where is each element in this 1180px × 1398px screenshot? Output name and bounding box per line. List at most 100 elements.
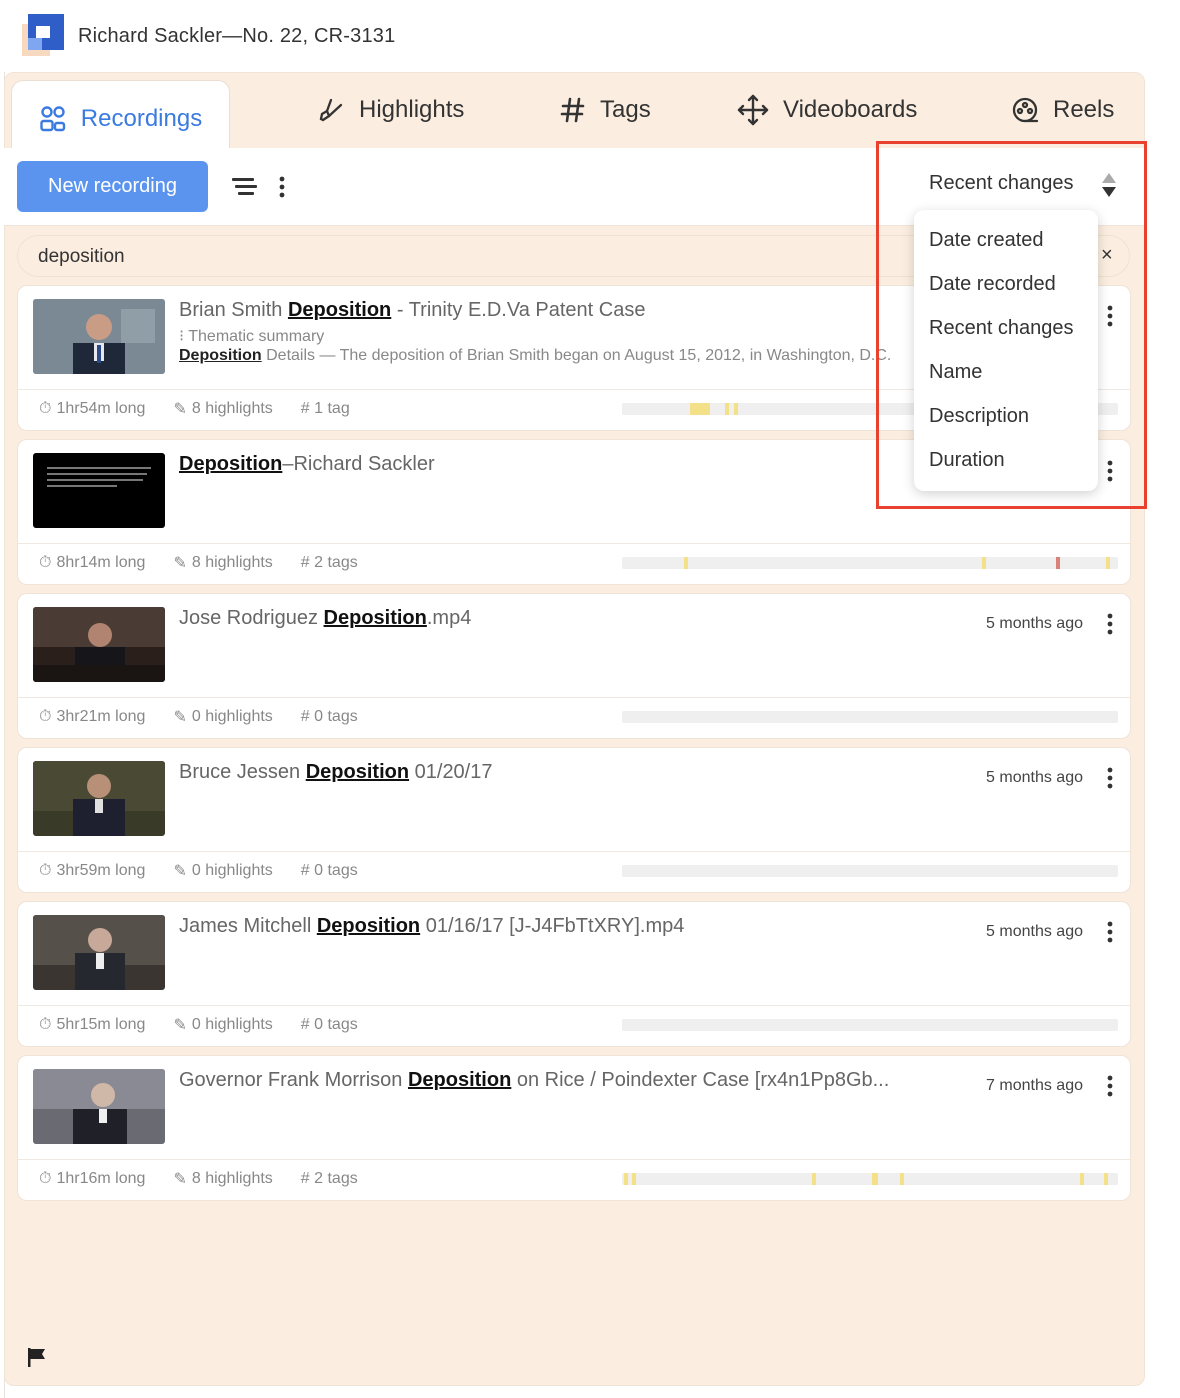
duration: 5hr15m long [56,1016,146,1033]
recording-title[interactable]: Bruce Jessen Deposition 01/20/17 [179,761,493,784]
tab-bar: Recordings Highlights Tags Videoboards R… [4,72,1145,157]
card-divider [18,851,1130,852]
recording-subline: ⁝ Thematic summary [179,328,325,345]
modified-time: 5 months ago [986,615,1083,632]
more-options-icon[interactable] [1106,613,1114,635]
tab-recordings[interactable]: Recordings [11,80,230,157]
recording-stats: ⏱ 5hr15m long ✎ 0 highlights # 0 tags [39,1015,386,1035]
timeline-mark[interactable] [1080,1173,1084,1185]
timeline-mark[interactable] [812,1173,816,1185]
tab-recordings-label: Recordings [80,105,203,132]
recording-stats: ⏱ 1hr54m long ✎ 8 highlights # 1 tag [39,399,378,419]
tags-count: # 1 tag [300,400,350,417]
annotation-highlight-box [876,141,1147,509]
tab-reels-label: Reels [1053,95,1115,123]
video-thumbnail[interactable] [33,761,165,836]
timeline-mark[interactable] [624,1173,628,1185]
recording-card[interactable]: Bruce Jessen Deposition 01/20/17 5 month… [17,747,1131,893]
timer-icon: ⏱ [39,554,52,571]
tab-videoboards[interactable]: Videoboards [737,72,917,147]
video-thumbnail[interactable] [33,453,165,528]
highlight-timeline[interactable] [622,1173,1118,1185]
video-thumbnail[interactable] [33,299,165,374]
more-options-icon[interactable] [1106,921,1114,943]
recording-stats: ⏱ 1hr16m long ✎ 8 highlights # 2 tags [39,1169,386,1189]
timeline-mark[interactable] [982,557,986,569]
highlighter-icon: ✎ [173,709,187,726]
card-divider [18,697,1130,698]
search-input[interactable] [38,246,938,268]
move-icon [737,94,769,125]
tags-count: # 2 tags [300,1170,358,1187]
highlights-count: 0 highlights [191,708,273,725]
modified-time: 7 months ago [986,1077,1083,1094]
timeline-mark[interactable] [872,1173,878,1185]
highlighter-icon: ✎ [173,401,187,418]
highlight-timeline[interactable] [622,865,1118,877]
highlight-timeline[interactable] [622,1019,1118,1031]
highlights-count: 0 highlights [191,862,273,879]
modified-time: 5 months ago [986,923,1083,940]
duration: 3hr59m long [56,862,146,879]
highlighter-icon [319,98,343,121]
reel-icon [1012,97,1039,122]
summary-icon: ⁝ [179,328,189,345]
recording-title[interactable]: James Mitchell Deposition 01/16/17 [J-J4… [179,915,684,938]
duration: 8hr14m long [56,554,146,571]
video-thumbnail[interactable] [33,607,165,682]
recording-stats: ⏱ 8hr14m long ✎ 8 highlights # 2 tags [39,553,386,573]
recording-title[interactable]: Brian Smith Deposition - Trinity E.D.Va … [179,299,645,322]
timer-icon: ⏱ [39,1016,52,1033]
filter-list-icon[interactable] [232,176,258,198]
recording-title[interactable]: Jose Rodriguez Deposition.mp4 [179,607,471,630]
top-bar: Richard Sackler—No. 22, CR-3131 [0,0,1180,72]
timeline-mark[interactable] [1106,557,1110,569]
tags-count: # 2 tags [300,554,358,571]
recording-card[interactable]: James Mitchell Deposition 01/16/17 [J-J4… [17,901,1131,1047]
recording-title[interactable]: Governor Frank Morrison Deposition on Ri… [179,1069,889,1092]
tab-reels[interactable]: Reels [1011,72,1114,147]
duration: 3hr21m long [56,708,146,725]
project-title: Richard Sackler—No. 22, CR-3131 [78,25,396,47]
timeline-mark[interactable] [1056,557,1060,569]
highlight-timeline[interactable] [622,711,1118,723]
card-divider [18,543,1130,544]
recording-card[interactable]: Governor Frank Morrison Deposition on Ri… [17,1055,1131,1201]
timer-icon: ⏱ [39,400,52,417]
tags-count: # 0 tags [300,862,358,879]
timer-icon: ⏱ [39,862,52,879]
video-thumbnail[interactable] [33,915,165,990]
timer-icon: ⏱ [39,708,52,725]
recording-title[interactable]: Deposition–Richard Sackler [179,453,435,476]
highlights-count: 8 highlights [191,1170,273,1187]
timeline-mark[interactable] [1104,1173,1108,1185]
more-options-icon[interactable] [1106,1075,1114,1097]
highlights-count: 8 highlights [191,554,273,571]
tab-tags[interactable]: Tags [560,72,651,147]
highlighter-icon: ✎ [173,1171,187,1188]
timeline-mark[interactable] [632,1173,636,1185]
highlight-timeline[interactable] [622,557,1118,569]
card-divider [18,1005,1130,1006]
highlights-count: 8 highlights [191,400,273,417]
more-options-icon[interactable] [1106,767,1114,789]
more-options-icon[interactable] [278,176,286,198]
highlighter-icon: ✎ [173,863,187,880]
timeline-mark[interactable] [900,1173,904,1185]
people-icon [40,106,65,132]
tags-count: # 0 tags [300,708,358,725]
video-thumbnail[interactable] [33,1069,165,1144]
tab-videoboards-label: Videoboards [783,95,918,123]
tab-highlights-label: Highlights [359,95,465,123]
modified-time: 5 months ago [986,769,1083,786]
tab-tags-label: Tags [600,95,651,123]
flag-icon[interactable] [26,1346,48,1368]
timeline-mark[interactable] [684,557,688,569]
timeline-mark[interactable] [690,403,710,415]
new-recording-button[interactable]: New recording [17,161,208,212]
recording-card[interactable]: Jose Rodriguez Deposition.mp4 5 months a… [17,593,1131,739]
timeline-mark[interactable] [734,403,738,415]
timeline-mark[interactable] [725,403,729,415]
tags-count: # 0 tags [300,1016,358,1033]
tab-highlights[interactable]: Highlights [317,72,464,147]
